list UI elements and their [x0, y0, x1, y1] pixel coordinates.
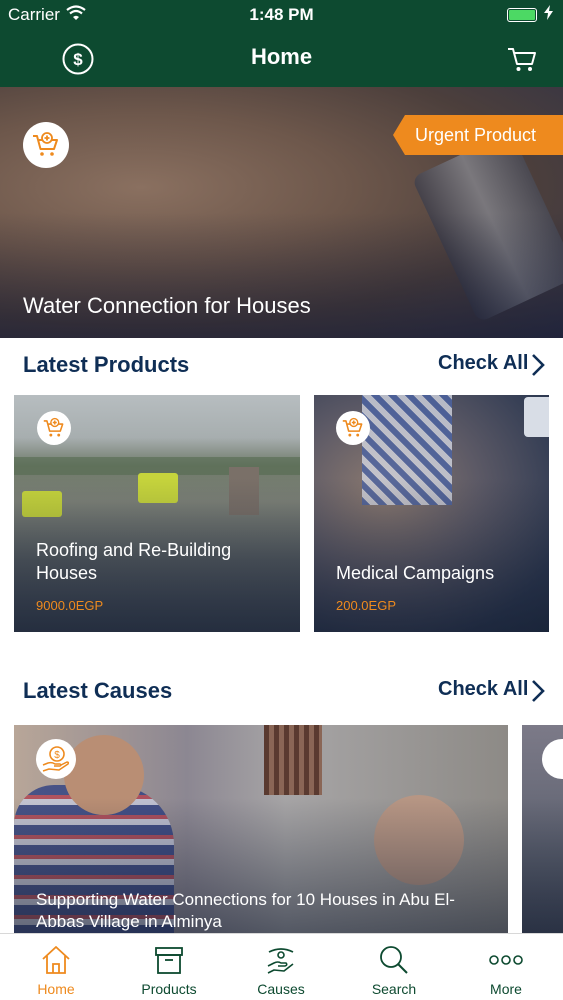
tab-causes[interactable]: Causes: [225, 934, 337, 1000]
hero-title: Water Connection for Houses: [23, 293, 311, 318]
latest-products-header: Latest Products Check All: [0, 344, 563, 384]
add-to-cart-button[interactable]: [336, 411, 370, 445]
chevron-right-icon[interactable]: [530, 353, 546, 377]
cause-title: Supporting Water Connections for 10 Hous…: [36, 890, 455, 931]
urgent-badge: Urgent Product: [393, 115, 563, 155]
causes-check-all-link[interactable]: Check All: [438, 678, 528, 701]
cause-card[interactable]: $ Supporting Water Connections for 10 Ho…: [14, 725, 508, 933]
add-to-cart-button[interactable]: [23, 122, 69, 168]
battery-icon: [507, 8, 537, 22]
tab-label: Causes: [257, 981, 305, 997]
add-to-cart-icon: [43, 417, 64, 437]
donate-hand-icon: $: [42, 746, 70, 772]
cart-icon: [508, 48, 536, 71]
tab-search[interactable]: Search: [338, 934, 450, 1000]
product-card[interactable]: Medical Campaigns 200.0EGP: [314, 395, 549, 632]
section-title: Latest Products: [23, 352, 190, 377]
chevron-right-icon[interactable]: [530, 679, 546, 703]
products-check-all-link[interactable]: Check All: [438, 352, 528, 375]
product-card[interactable]: Roofing and Re-Building Houses 9000.0EGP: [14, 395, 300, 632]
nav-bar: $ Home: [0, 30, 563, 87]
tab-bar: Home Products Causes Search More: [0, 933, 563, 1000]
tab-label: Products: [141, 981, 197, 997]
product-title: Medical Campaigns: [336, 563, 495, 583]
home-icon: [42, 946, 70, 974]
add-to-cart-button[interactable]: [37, 411, 71, 445]
donate-button[interactable]: $: [36, 739, 76, 779]
svg-text:$: $: [54, 750, 60, 761]
status-time: 1:48 PM: [249, 5, 314, 24]
page-title: Home: [250, 44, 313, 69]
tab-label: More: [490, 981, 522, 997]
tab-label: Search: [371, 981, 417, 997]
charging-icon: [544, 5, 553, 24]
tab-label: Home: [37, 981, 75, 997]
latest-causes-header: Latest Causes Check All: [0, 670, 563, 710]
status-bar: Carrier 1:48 PM: [0, 0, 563, 30]
product-price: 200.0EGP: [336, 598, 396, 613]
tab-home[interactable]: Home: [0, 934, 112, 1000]
more-icon: [489, 955, 523, 965]
add-to-cart-icon: [33, 132, 58, 156]
hand-icon: [267, 948, 294, 974]
tab-products[interactable]: Products: [113, 934, 225, 1000]
cart-button[interactable]: [505, 42, 539, 76]
tab-more[interactable]: More: [450, 934, 562, 1000]
product-title: Roofing and Re-Building Houses: [36, 540, 232, 583]
product-price: 9000.0EGP: [36, 598, 104, 613]
box-icon: [155, 947, 183, 974]
add-to-cart-icon: [342, 417, 363, 437]
urgent-product-banner[interactable]: Urgent Product Water Connection for Hous…: [0, 87, 563, 338]
cause-card[interactable]: [522, 725, 563, 933]
search-icon: [380, 946, 408, 974]
section-title: Latest Causes: [23, 678, 173, 703]
